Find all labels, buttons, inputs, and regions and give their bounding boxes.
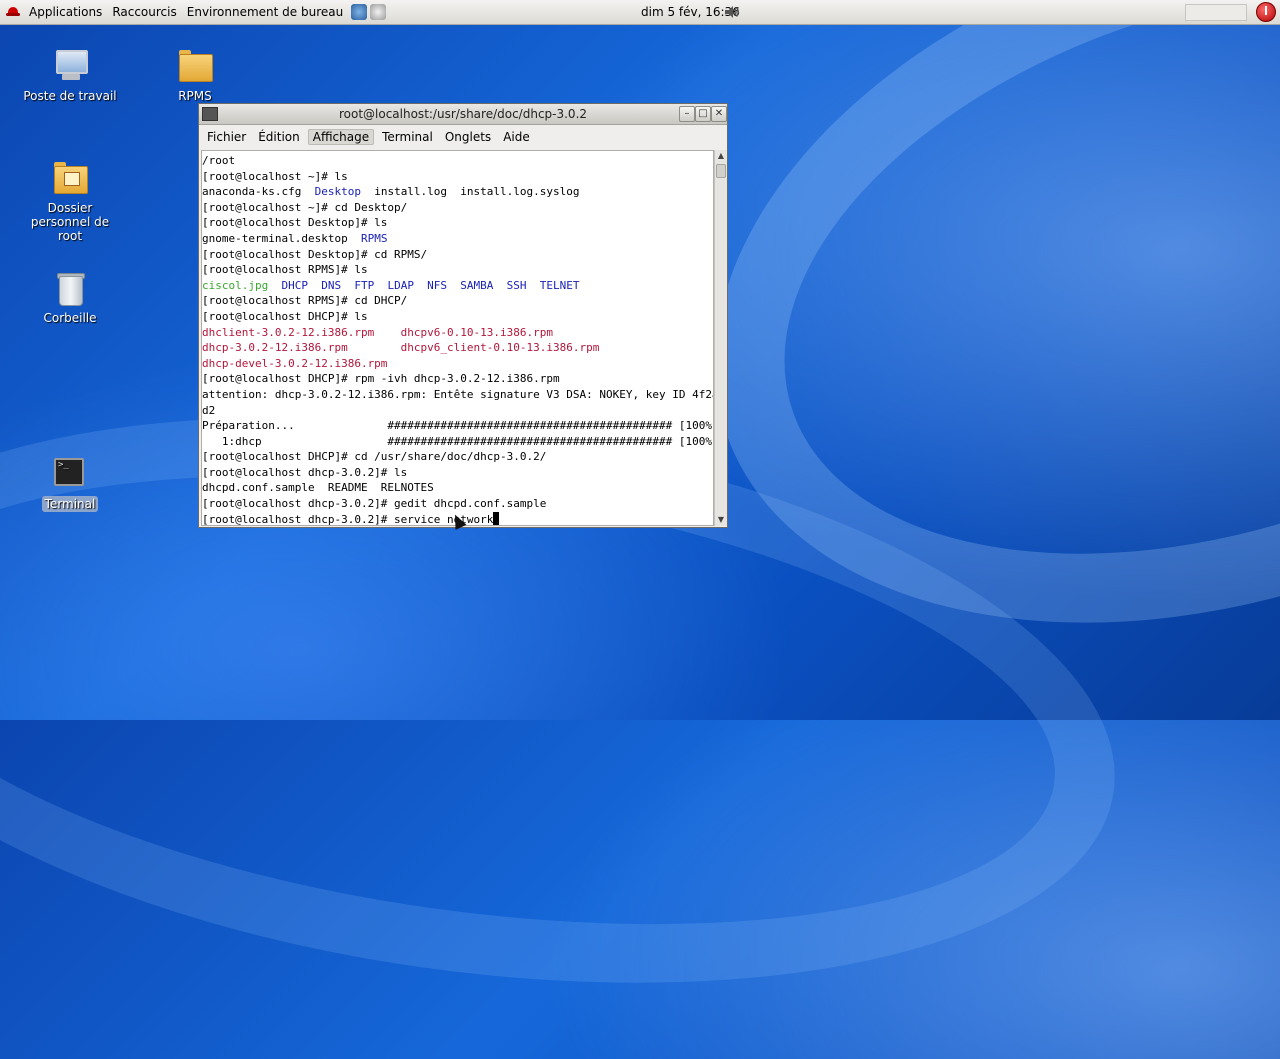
- terminal-line: /root: [202, 153, 713, 169]
- panel-menus: Applications Raccourcis Environnement de…: [0, 0, 387, 24]
- terminal-line: dhcpd.conf.sample README RELNOTES: [202, 480, 713, 496]
- terminal-line: ciscol.jpg DHCP DNS FTP LDAP NFS SAMBA S…: [202, 278, 713, 294]
- terminal-output[interactable]: /root [root@localhost ~]# ls anaconda-ks.c…: [201, 150, 714, 526]
- terminal-text: dhcp-3.0.2-12.i386.rpm dhcpv6_client-0.1…: [202, 341, 600, 355]
- terminal-text: [root@localhost RPMS]# cd DHCP/: [202, 294, 408, 308]
- terminal-text: attention: dhcp-3.0.2-12.i386.rpm: Entêt…: [202, 387, 714, 401]
- web-browser-icon[interactable]: [351, 4, 368, 20]
- terminal-line: [root@localhost dhcp-3.0.2]# ls: [202, 465, 713, 481]
- desktop-icon-poste-de-travail[interactable]: Poste de travail: [15, 48, 125, 104]
- menu-applications[interactable]: Applications: [24, 5, 107, 19]
- window-title: root@localhost:/usr/share/doc/dhcp-3.0.2: [338, 107, 588, 121]
- terminal-text: [root@localhost ~]# ls: [202, 169, 348, 183]
- window-list-area[interactable]: [1185, 4, 1247, 21]
- terminal-icon: >_: [52, 456, 88, 492]
- volume-icon[interactable]: [724, 4, 740, 20]
- terminal-text: /root: [202, 154, 236, 167]
- menu-raccourcis[interactable]: Raccourcis: [107, 5, 181, 19]
- terminal-line: attention: dhcp-3.0.2-12.i386.rpm: Entêt…: [202, 387, 713, 403]
- terminal-line: dhcp-3.0.2-12.i386.rpm dhcpv6_client-0.1…: [202, 340, 713, 356]
- terminal-text: [root@localhost dhcp-3.0.2]# gedit dhcpd…: [202, 497, 547, 511]
- icon-label: RPMS: [178, 89, 212, 103]
- terminal-line: Préparation... #########################…: [202, 418, 713, 434]
- terminal-line: [root@localhost DHCP]# cd /usr/share/doc…: [202, 449, 713, 465]
- window-titlebar[interactable]: root@localhost:/usr/share/doc/dhcp-3.0.2…: [199, 104, 727, 125]
- terminal-line: [root@localhost ~]# ls: [202, 169, 713, 185]
- vertical-scrollbar[interactable]: ▲ ▼: [714, 150, 727, 526]
- desktop-icon-dossier-personnel[interactable]: Dossier personnel de root: [15, 160, 125, 244]
- terminal-line: [root@localhost Desktop]# ls: [202, 215, 713, 231]
- terminal-text: DHCP DNS FTP LDAP NFS SAMBA SSH TELNET: [281, 278, 580, 292]
- icon-label: Dossier personnel de root: [30, 201, 110, 243]
- folder-icon: [177, 48, 213, 84]
- terminal-text: dhcpd.conf.sample README RELNOTES: [202, 481, 434, 495]
- terminal-line: [root@localhost dhcp-3.0.2]# gedit dhcpd…: [202, 496, 713, 512]
- terminal-text: [root@localhost Desktop]# cd RPMS/: [202, 247, 428, 261]
- menu-onglets[interactable]: Onglets: [441, 130, 495, 144]
- terminal-line: [root@localhost Desktop]# cd RPMS/: [202, 247, 713, 263]
- menu-fichier[interactable]: Fichier: [203, 130, 250, 144]
- menu-affichage[interactable]: Affichage: [307, 129, 375, 145]
- close-button[interactable]: ✕: [711, 106, 727, 122]
- terminal-line: [root@localhost DHCP]# rpm -ivh dhcp-3.0…: [202, 371, 713, 387]
- scrollbar-thumb[interactable]: [716, 164, 726, 178]
- scroll-down-icon[interactable]: ▼: [715, 514, 727, 526]
- menu-terminal[interactable]: Terminal: [378, 130, 437, 144]
- terminal-text: [root@localhost RPMS]# ls: [202, 263, 368, 277]
- icon-label: Poste de travail: [23, 89, 117, 103]
- terminal-text: dhcp-devel-3.0.2-12.i386.rpm: [202, 356, 388, 370]
- terminal-text: RPMS: [360, 231, 388, 245]
- top-panel: Applications Raccourcis Environnement de…: [0, 0, 1280, 25]
- terminal-text: [root@localhost Desktop]# ls: [202, 216, 388, 230]
- terminal-line: d2: [202, 403, 713, 419]
- redhat-icon: [6, 7, 20, 17]
- terminal-text: anaconda-ks.cfg: [202, 185, 315, 199]
- terminal-line: dhclient-3.0.2-12.i386.rpm dhcpv6-0.10-1…: [202, 325, 713, 341]
- terminal-line: anaconda-ks.cfg Desktop install.log inst…: [202, 184, 713, 200]
- terminal-window: root@localhost:/usr/share/doc/dhcp-3.0.2…: [198, 103, 728, 528]
- computer-icon: [52, 48, 88, 84]
- desktop-icon-corbeille[interactable]: Corbeille: [15, 270, 125, 326]
- terminal-text: Desktop: [314, 185, 361, 199]
- terminal-text: [root@localhost ~]# cd Desktop/: [202, 200, 408, 214]
- terminal-line: [root@localhost RPMS]# ls: [202, 262, 713, 278]
- maximize-button[interactable]: □: [695, 106, 711, 122]
- icon-label: Terminal: [41, 496, 99, 512]
- terminal-text: [root@localhost DHCP]# ls: [202, 309, 368, 323]
- terminal-line: [root@localhost RPMS]# cd DHCP/: [202, 293, 713, 309]
- menu-aide[interactable]: Aide: [499, 130, 534, 144]
- scroll-up-icon[interactable]: ▲: [715, 150, 727, 162]
- terminal-text: Préparation... #########################…: [202, 419, 714, 433]
- desktop-icon-terminal[interactable]: >_ Terminal: [15, 456, 125, 512]
- icon-label: Corbeille: [43, 311, 97, 325]
- terminal-text: d2: [202, 403, 216, 417]
- terminal-text: install.log install.log.syslog: [360, 185, 580, 199]
- trash-icon: [52, 270, 88, 306]
- terminal-text: [root@localhost DHCP]# cd /usr/share/doc…: [202, 450, 547, 464]
- text-cursor: [493, 511, 500, 525]
- menu-edition[interactable]: Édition: [254, 130, 304, 144]
- email-icon[interactable]: [370, 4, 387, 20]
- terminal-text: dhclient-3.0.2-12.i386.rpm dhcpv6-0.10-1…: [202, 325, 553, 339]
- minimize-button[interactable]: –: [679, 106, 695, 122]
- terminal-text: gnome-terminal.desktop: [202, 231, 361, 245]
- home-folder-icon: [52, 160, 88, 196]
- terminal-line: gnome-terminal.desktop RPMS: [202, 231, 713, 247]
- terminal-text: ciscol.jpg: [202, 278, 269, 292]
- terminal-text: 1:dhcp #################################…: [202, 434, 714, 448]
- terminal-line: [root@localhost ~]# cd Desktop/: [202, 200, 713, 216]
- power-icon[interactable]: [1256, 2, 1276, 22]
- terminal-text: [root@localhost dhcp-3.0.2]# ls: [202, 465, 408, 479]
- window-menubar: Fichier Édition Affichage Terminal Ongle…: [199, 125, 727, 149]
- terminal-line: [root@localhost DHCP]# ls: [202, 309, 713, 325]
- terminal-line: dhcp-devel-3.0.2-12.i386.rpm: [202, 356, 713, 372]
- terminal-line: 1:dhcp #################################…: [202, 434, 713, 450]
- terminal-text: [root@localhost DHCP]# rpm -ivh dhcp-3.0…: [202, 372, 560, 386]
- desktop-icon-rpms[interactable]: RPMS: [140, 48, 250, 104]
- menu-environnement[interactable]: Environnement de bureau: [182, 5, 348, 19]
